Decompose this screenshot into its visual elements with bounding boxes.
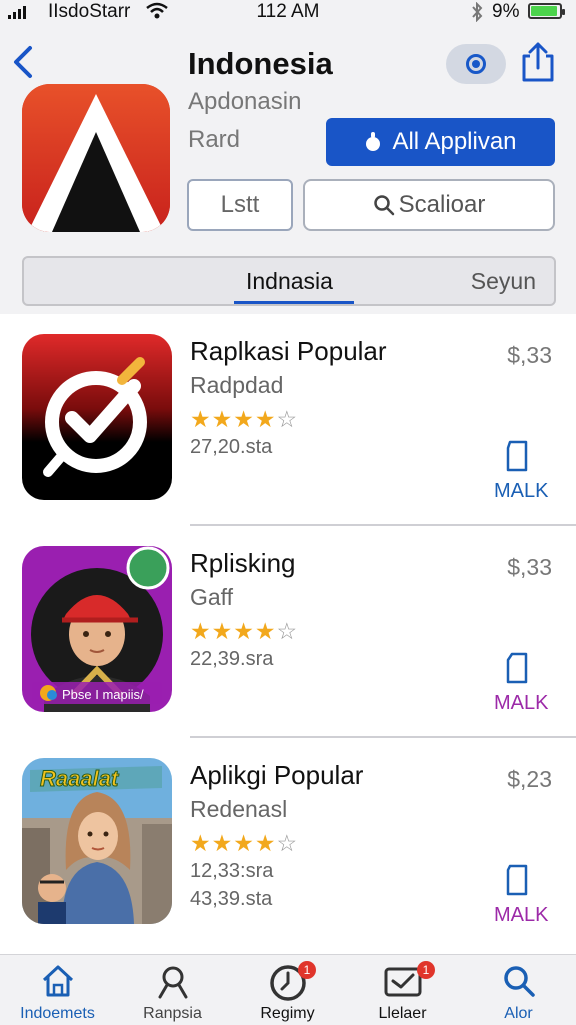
notification-badge: 1 xyxy=(417,961,435,979)
download-count: 43,39.sta xyxy=(190,888,273,910)
list-item[interactable]: Raaalat Aplikgi Popular Redenasl ★★★★☆ 1… xyxy=(0,738,576,950)
svg-text:Pbse I mapiis/: Pbse I mapiis/ xyxy=(62,687,144,702)
tab-ranpsia[interactable]: Ranpsia xyxy=(115,955,230,1025)
tab-alor[interactable]: Alor xyxy=(461,955,576,1025)
app-name: Rplisking xyxy=(190,548,296,578)
page-title: Indonesia xyxy=(188,46,333,81)
get-button[interactable]: MALK xyxy=(494,904,548,927)
tab-bar: Indoemets Ranpsia 1 Regimy 1 Llelaer Alo… xyxy=(0,954,576,1025)
list-item[interactable]: Pbse I mapiis/ Rplisking Gaff ★★★★☆ 22,3… xyxy=(0,526,576,738)
svg-text:Raaalat: Raaalat xyxy=(40,766,120,791)
tab-label: Ranpsia xyxy=(143,1005,202,1022)
rating-count: 12,33:sra xyxy=(190,860,274,882)
list-item[interactable]: Raplkasi Popular Radpdad ★★★★☆ 27,20.sta… xyxy=(0,314,576,526)
segment-indonesia[interactable]: Indnasia xyxy=(246,268,333,295)
device-icon xyxy=(504,652,530,689)
rating-stars: ★★★★☆ xyxy=(190,406,299,432)
app-subtitle: Apdonasin xyxy=(188,88,302,115)
avatar-hijab-icon: Raaalat xyxy=(22,758,172,924)
chevron-left-icon xyxy=(14,46,32,78)
tab-label: Indoemets xyxy=(20,1005,95,1022)
person-icon xyxy=(158,966,187,999)
share-button[interactable] xyxy=(520,40,556,89)
app-name: Raplkasi Popular xyxy=(190,336,387,366)
tab-label: Llelaer xyxy=(378,1005,427,1022)
tab-label: Regimy xyxy=(260,1005,315,1022)
rating-stars: ★★★★☆ xyxy=(190,618,299,644)
app-price: $,33 xyxy=(507,342,552,368)
rating-count: 27,20.sta xyxy=(190,436,273,458)
app-developer: Gaff xyxy=(190,584,234,610)
app-category: Rard xyxy=(188,126,241,153)
download-icon xyxy=(366,132,381,151)
all-apps-label: All Applivan xyxy=(392,128,517,155)
status-bar: IIsdoStarr 112 AM 9% xyxy=(0,0,576,26)
segmented-control: Indnasia Seyun xyxy=(22,256,556,306)
search-icon xyxy=(373,195,394,216)
battery-icon xyxy=(528,3,565,19)
get-button[interactable]: MALK xyxy=(494,480,548,503)
tab-regimy[interactable]: 1 Regimy xyxy=(230,955,345,1025)
app-developer: Radpdad xyxy=(190,372,284,398)
share-icon xyxy=(522,42,554,82)
battery-percent: 9% xyxy=(492,1,520,22)
target-icon xyxy=(466,54,486,74)
app-developer: Redenasl xyxy=(190,796,288,822)
app-icon xyxy=(22,84,170,232)
checkmark-brush-icon xyxy=(22,334,172,500)
segment-seyun[interactable]: Seyun xyxy=(471,268,536,295)
tab-indoemets[interactable]: Indoemets xyxy=(0,955,115,1025)
search-label: Scalioar xyxy=(398,191,486,218)
tab-label: Alor xyxy=(504,1005,533,1022)
rating-stars: ★★★★☆ xyxy=(190,830,299,856)
tab-llelaer[interactable]: 1 Llelaer xyxy=(345,955,460,1025)
app-price: $,33 xyxy=(507,554,552,580)
list-button[interactable]: Lstt xyxy=(187,179,293,231)
segment-underline xyxy=(234,301,354,304)
app-name: Aplikgi Popular xyxy=(190,760,364,790)
app-header: Indonesia Apdonasin Rard All Applivan Ls… xyxy=(0,26,576,314)
search-icon xyxy=(503,966,535,997)
app-price: $,23 xyxy=(507,766,552,792)
search-button[interactable]: Scalioar xyxy=(303,179,555,231)
rating-count: 22,39.sra xyxy=(190,648,274,670)
notification-badge: 1 xyxy=(298,961,316,979)
device-icon xyxy=(504,864,530,901)
back-button[interactable] xyxy=(10,42,38,87)
clock: 112 AM xyxy=(256,1,320,22)
device-icon xyxy=(504,440,530,477)
all-apps-button[interactable]: All Applivan xyxy=(326,118,555,166)
bluetooth-icon xyxy=(470,1,484,27)
get-button[interactable]: MALK xyxy=(494,692,548,715)
home-icon xyxy=(42,965,73,997)
avatar-boy-icon: Pbse I mapiis/ xyxy=(22,546,172,712)
record-button[interactable] xyxy=(446,44,506,84)
